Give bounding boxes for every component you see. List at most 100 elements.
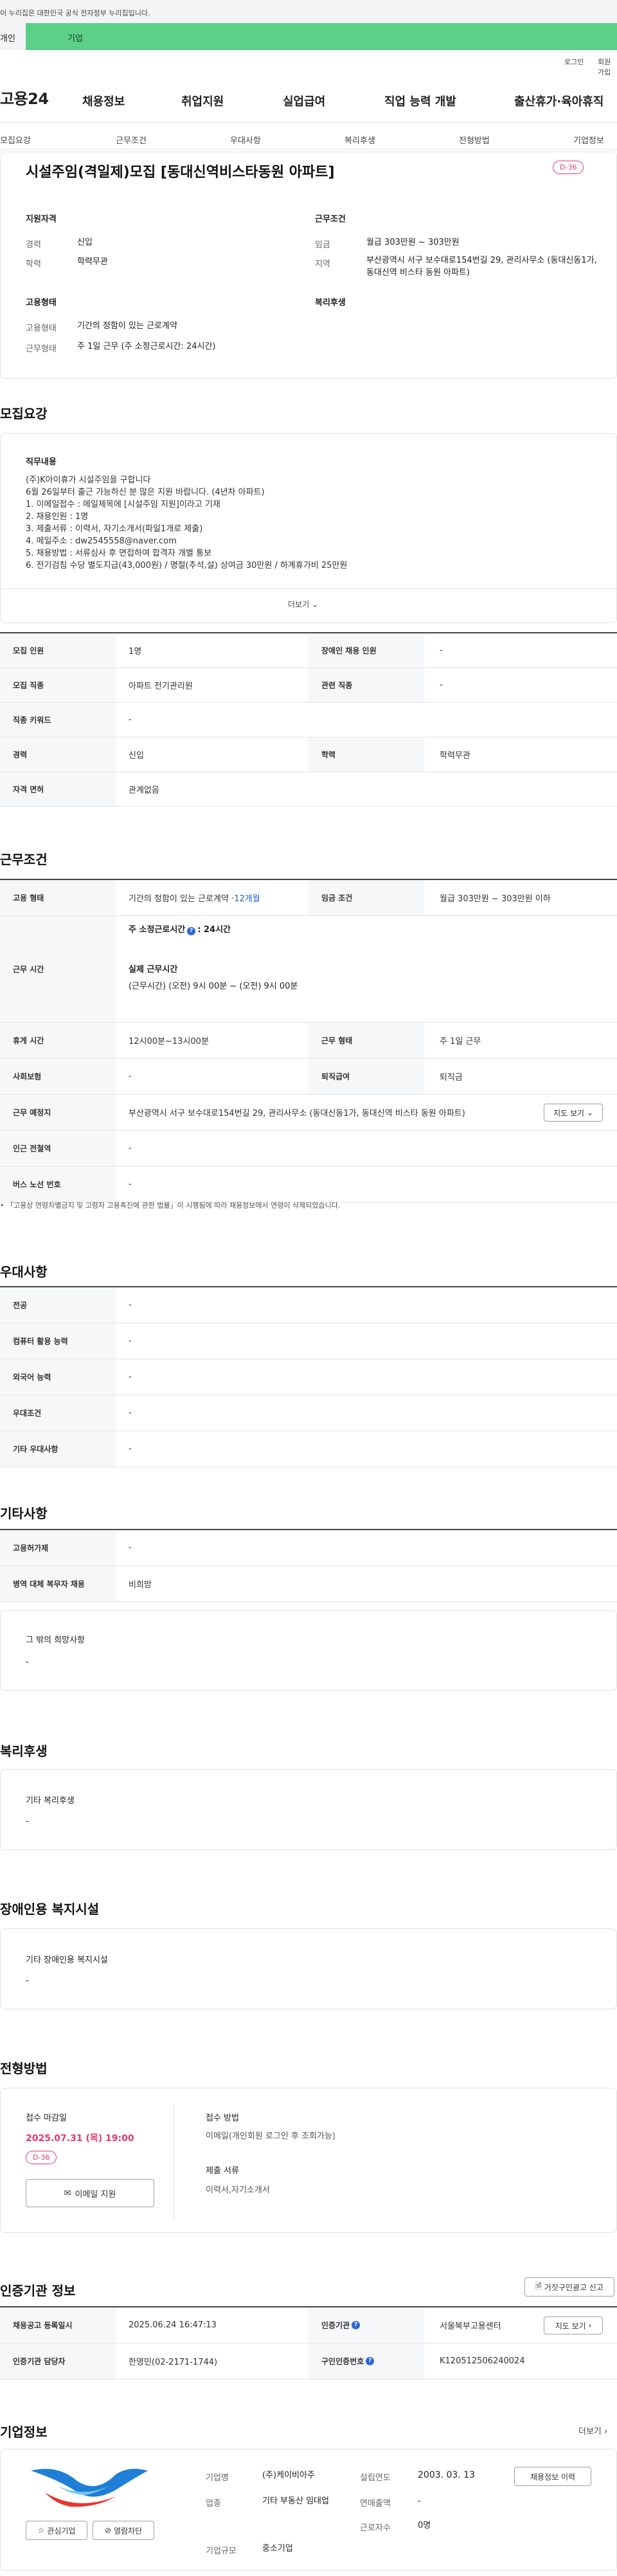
help-icon[interactable]: ?: [187, 927, 196, 935]
table-value: -: [440, 680, 443, 690]
work-place-map-button[interactable]: 지도 보기 ⌄: [544, 1104, 603, 1122]
disability-card: [0, 1928, 617, 2009]
industry-label: 업종: [206, 2499, 221, 2509]
help-icon[interactable]: ?: [352, 2321, 361, 2329]
table-value: 1명: [129, 647, 142, 657]
table-row: 채용공고 등록일시 2025.06.24 16:47:13 인증기관? 서울북부…: [0, 2307, 617, 2343]
help-icon[interactable]: ?: [366, 2357, 375, 2365]
table-row: 인근 전철역 -: [0, 1131, 617, 1167]
login-link[interactable]: 로그인: [564, 57, 584, 67]
subnav-conditions[interactable]: 근무조건: [116, 134, 147, 146]
emp-type-label: 고용형태: [26, 324, 57, 333]
email-apply-button[interactable]: ✉ 이메일 지원: [26, 2179, 154, 2207]
desc-line: 2. 채용인원 : 1명: [26, 512, 89, 522]
etc-hope-card: [0, 1610, 617, 1691]
table-value: 서울북부고용센터: [440, 2322, 501, 2331]
tab-company[interactable]: 기업: [26, 23, 617, 50]
gov-banner: 이 누리집은 대한민국 공식 전자정부 누리집입니다.: [0, 0, 617, 23]
interest-company-button[interactable]: ☆ 관심기업: [26, 2521, 87, 2540]
mail-icon: ✉: [64, 2188, 71, 2198]
table-key: 근무 예정지: [0, 1095, 116, 1130]
company-more-link[interactable]: 더보기 ›: [578, 2424, 607, 2437]
table-row: 경력 신입 학력 학력무관: [0, 737, 617, 772]
company-logo: [19, 2462, 161, 2513]
subnav-recruit[interactable]: 모집요강: [0, 134, 31, 146]
table-value: 퇴직금: [440, 1073, 463, 1082]
table-row: 휴게 시간 12시00분~13시00분 근무 형태 주 1일 근무: [0, 1023, 617, 1059]
location-value: 부산광역시 서구 보수대로154번길 29, 관리사무소 (동대신동1가, 동대…: [366, 256, 597, 278]
table-key: 외국어 능력: [0, 1359, 116, 1395]
company-size-value: 중소기업: [262, 2544, 293, 2554]
table-key: 경력: [0, 737, 116, 772]
docs-label: 제출 서류: [206, 2166, 239, 2176]
gnb-unemployment-benefit[interactable]: 실업급여: [283, 93, 325, 109]
agency-map-button[interactable]: 지도 보기 ›: [544, 2316, 603, 2334]
company-name-value: (주)케이비아주: [262, 2471, 315, 2480]
gnb-employment-support[interactable]: 취업지원: [181, 93, 224, 109]
career-label: 경력: [26, 240, 41, 250]
desc-line: 6. 전기검침 수당 별도지급(43,000원) / 명절(추석,설) 상여금 …: [26, 561, 348, 570]
table-key: 구인인증번호?: [308, 2343, 424, 2379]
table-value: -: [440, 646, 443, 655]
contract-months: 12개월: [234, 894, 260, 904]
deadline-value: 2025.07.31 (목) 19:00: [26, 2133, 134, 2144]
table-row: 병역 대체 복무자 채용 비희망: [0, 1566, 617, 1602]
table-key: 병역 대체 복무자 채용: [0, 1566, 116, 1601]
job-desc-heading: 직무내용: [26, 457, 57, 467]
table-row: 인증기관 담당자 한영민(02-2171-1744) 구인인증번호? K1205…: [0, 2343, 617, 2379]
site-logo[interactable]: 고용24: [0, 86, 49, 109]
subnav-divider: [0, 149, 617, 150]
tab-individual[interactable]: 개인: [0, 23, 26, 50]
edu-value: 학력무관: [77, 257, 108, 267]
gnb-job-info[interactable]: 채용정보: [82, 93, 125, 109]
table-key: 퇴직급여: [308, 1059, 424, 1094]
block-view-button[interactable]: ⊘ 열람차단: [93, 2521, 154, 2540]
table-key: 컴퓨터 활용 능력: [0, 1323, 116, 1359]
table-key: 임금 조건: [308, 880, 424, 915]
table-key: 직종 키워드: [0, 703, 116, 737]
false-ad-report-button[interactable]: 🗎 거짓구인광고 신고: [524, 2277, 614, 2297]
hiring-history-button[interactable]: 채용정보 이력: [514, 2467, 591, 2486]
table-key: 학력: [308, 737, 424, 772]
table-key: 버스 노선 번호: [0, 1167, 116, 1202]
table-row: 모집 직종 아파트 전기관리원 관련 직종 -: [0, 668, 617, 703]
table-value: 기간의 정함이 있는 근로계약 · 12개월: [129, 880, 260, 915]
desc-more-button[interactable]: 더보기 ⌄: [288, 599, 318, 610]
company-section-title: 기업정보: [0, 2424, 48, 2440]
method-label: 접수 방법: [206, 2113, 239, 2123]
table-key: 인증기관?: [308, 2307, 424, 2343]
welfare-etc-heading: 기타 복리후생: [26, 1796, 75, 1806]
subnav-welfare[interactable]: 복리후생: [344, 134, 375, 146]
join-link[interactable]: 회원가입: [598, 57, 617, 77]
founded-label: 설립연도: [360, 2473, 391, 2483]
recruit-section-title: 모집요강: [0, 406, 48, 421]
docs-value: 이력서,자기소개서: [206, 2185, 270, 2195]
job-desc-body: (주)K아이휴가 시설주임을 구합니다 6월 26일부터 출근 가능하신 분 많…: [26, 474, 604, 572]
table-value: 2025.06.24 16:47:13: [129, 2320, 217, 2330]
pref-section-title: 우대사항: [0, 1264, 48, 1280]
header-divider: [0, 122, 617, 123]
table-row: 모집 인원 1명 장애인 채용 인원 -: [0, 633, 617, 668]
chevron-down-icon: ⌄: [311, 600, 319, 609]
table-row: 직종 키워드 -: [0, 703, 617, 737]
chevron-down-icon: ⌄: [586, 1108, 593, 1117]
table-value: -: [129, 1072, 132, 1081]
gnb-parental-leave[interactable]: 출산휴가·육아휴직: [514, 93, 604, 109]
table-row: 고용허가제 -: [0, 1530, 617, 1566]
employees-label: 근로자수: [360, 2523, 391, 2533]
table-key: 인증기관 담당자: [0, 2343, 116, 2379]
subnav-preferences[interactable]: 우대사항: [230, 134, 261, 146]
method-value: 이메일(개인회원 로그인 후 조회가능): [206, 2131, 335, 2141]
table-value: 12시00분~13시00분: [129, 1037, 209, 1046]
etc-section-title: 기타사항: [0, 1506, 48, 1521]
welfare-etc-value: -: [26, 1817, 29, 1826]
table-key: 채용공고 등록일시: [0, 2307, 116, 2343]
document-icon: 🗎: [535, 2281, 542, 2291]
location-label: 지역: [315, 260, 330, 269]
gnb-skill-development[interactable]: 직업 능력 개발: [384, 93, 456, 109]
subnav-company[interactable]: 기업정보: [573, 134, 604, 146]
subnav-process[interactable]: 전형방법: [459, 134, 490, 146]
welfare-heading: 복리후생: [315, 298, 346, 308]
cert-section-title: 인증기관 정보: [0, 2283, 76, 2298]
employment-heading: 고용형태: [26, 298, 57, 308]
